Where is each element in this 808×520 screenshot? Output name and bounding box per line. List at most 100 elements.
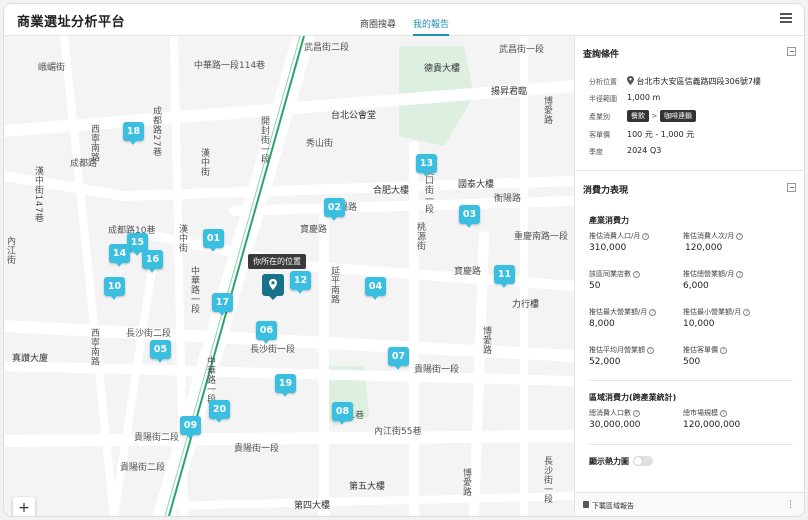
site-marker[interactable]: 06 — [256, 321, 277, 344]
current-location-marker[interactable] — [262, 274, 284, 300]
poi-label: 合肥大樓 — [373, 186, 410, 196]
consumption-section-title: 消費力表現 — [583, 186, 629, 196]
tab-area-search[interactable]: 商圈搜尋 — [360, 17, 396, 36]
metric-label: 推估最小營業額/月? — [683, 307, 751, 317]
street-label: 西寧南路 — [89, 124, 99, 162]
metric-value: 8,000 — [589, 319, 615, 329]
zoom-in-button[interactable]: + — [13, 497, 35, 516]
top-bar: 商業選址分析平台 商圈搜尋 我的報告 — [4, 4, 804, 36]
report-panel: 查詢條件 分析位置 台北市大安區信義路四段306號7樓 半徑範圍 1,000 m… — [574, 36, 804, 516]
help-icon[interactable]: ? — [633, 270, 640, 278]
download-report-button[interactable]: 下載區域報告 — [592, 501, 634, 511]
site-marker[interactable]: 08 — [332, 402, 353, 425]
menu-icon[interactable] — [780, 13, 792, 23]
help-icon[interactable]: ? — [633, 409, 640, 417]
street-label: 成都路27巷 — [151, 106, 161, 157]
industry-consumption-title: 產業消費力 — [589, 216, 629, 225]
poi-label: 德貴大樓 — [424, 64, 461, 74]
street-label: 漢中街 — [199, 148, 209, 177]
season-value: 2024 Q3 — [627, 146, 662, 155]
street-label: 中華路一段 — [189, 266, 199, 314]
street-label: 中華路一段 — [205, 356, 215, 404]
region-consumption-title: 區域消費力(跨產業統計) — [589, 393, 677, 402]
site-marker[interactable]: 17 — [212, 293, 233, 316]
metric-label: 推估消費人口/月? — [589, 231, 650, 241]
street-label: 漢中街147巷 — [33, 166, 43, 223]
metric-label: 推估消費人次/月? — [683, 231, 744, 241]
industry-chip: 餐飲 — [627, 110, 649, 122]
street-label: 貴陽街一段 — [234, 444, 280, 454]
industry-label: 產業別 — [589, 113, 610, 121]
site-marker[interactable]: 13 — [416, 154, 437, 177]
poi-label: 國泰大樓 — [458, 180, 495, 190]
poi-label: 力行樓 — [512, 300, 540, 310]
collapse-icon[interactable] — [787, 47, 796, 56]
metric-label: 推估平均月營業額? — [589, 345, 654, 355]
document-icon — [583, 501, 589, 508]
location-value: 台北市大安區信義路四段306號7樓 — [627, 76, 761, 87]
help-icon[interactable]: ? — [649, 308, 657, 316]
site-marker[interactable]: 18 — [123, 122, 144, 145]
site-marker[interactable]: 01 — [203, 229, 224, 252]
street-label: 武昌街一段 — [499, 45, 545, 55]
metric-value: 10,000 — [683, 319, 715, 329]
season-label: 季度 — [589, 148, 603, 156]
site-marker[interactable]: 02 — [324, 198, 345, 221]
street-label: 寶慶路 — [300, 225, 328, 235]
help-icon[interactable]: ? — [647, 346, 654, 354]
street-label: 內江街55巷 — [374, 427, 422, 437]
street-label: 峨嵋街 — [38, 63, 66, 73]
help-icon[interactable]: ? — [736, 232, 744, 240]
zoom-control: + − — [13, 497, 35, 516]
site-marker[interactable]: 14 — [109, 244, 130, 267]
street-label: 貴陽街二段 — [120, 463, 166, 473]
poi-label: 第四大樓 — [294, 501, 331, 511]
query-section-title: 查詢條件 — [583, 50, 620, 60]
heatmap-toggle[interactable] — [633, 456, 653, 466]
site-marker[interactable]: 05 — [150, 340, 171, 363]
street-label: 貴陽街一段 — [414, 365, 460, 375]
site-marker[interactable]: 09 — [180, 416, 201, 439]
help-icon[interactable]: ? — [720, 409, 727, 417]
site-marker[interactable]: 11 — [494, 265, 515, 288]
metric-label: 總市場規模? — [683, 408, 727, 418]
site-marker[interactable]: 04 — [365, 277, 386, 300]
help-icon[interactable]: ? — [642, 232, 650, 240]
panel-footer: 下載區域報告 ⋮ — [575, 492, 804, 516]
divider — [575, 170, 804, 171]
poi-label: 揚昇君臨 — [491, 87, 528, 97]
divider — [589, 444, 793, 445]
site-marker[interactable]: 07 — [388, 347, 409, 370]
site-marker[interactable]: 12 — [290, 271, 311, 294]
help-icon[interactable]: ? — [743, 308, 751, 316]
help-icon[interactable]: ? — [720, 346, 727, 354]
metric-label: 該區同業店數? — [589, 269, 640, 279]
tab-my-reports[interactable]: 我的報告 — [413, 17, 450, 36]
metric-value: 500 — [683, 357, 701, 367]
map-view[interactable]: 峨嵋街 中華路一段114巷 武昌街二段 武昌街一段 成都路 成都路10巷 寶慶路… — [4, 36, 574, 516]
app-title: 商業選址分析平台 — [17, 15, 126, 30]
metric-value: 6,000 — [683, 281, 709, 291]
street-label: 秀山街 — [306, 139, 334, 149]
street-label: 桃源街 — [415, 222, 425, 251]
street-label: 重慶南路一段 — [514, 232, 569, 242]
collapse-icon[interactable] — [787, 183, 796, 192]
industry-separator: > — [651, 112, 658, 120]
street-label: 博愛路 — [542, 96, 552, 125]
site-marker[interactable]: 20 — [209, 400, 230, 423]
street-label: 長沙街一段 — [542, 456, 552, 504]
poi-label: 台北公會堂 — [331, 111, 377, 121]
site-marker[interactable]: 19 — [275, 374, 296, 397]
site-marker[interactable]: 03 — [459, 205, 480, 228]
location-label: 分析位置 — [589, 78, 617, 86]
street-label: 中華路一段114巷 — [194, 61, 266, 71]
site-marker[interactable]: 16 — [142, 250, 163, 273]
street-label: 延平南路 — [329, 266, 339, 304]
metric-label: 總消費人口數? — [589, 408, 640, 418]
divider — [589, 380, 793, 381]
more-vertical-icon[interactable]: ⋮ — [786, 500, 795, 510]
metric-value: 120,000,000 — [683, 420, 741, 430]
help-icon[interactable]: ? — [736, 270, 744, 278]
metric-label: 推估客單價? — [683, 345, 727, 355]
site-marker[interactable]: 10 — [104, 277, 125, 300]
